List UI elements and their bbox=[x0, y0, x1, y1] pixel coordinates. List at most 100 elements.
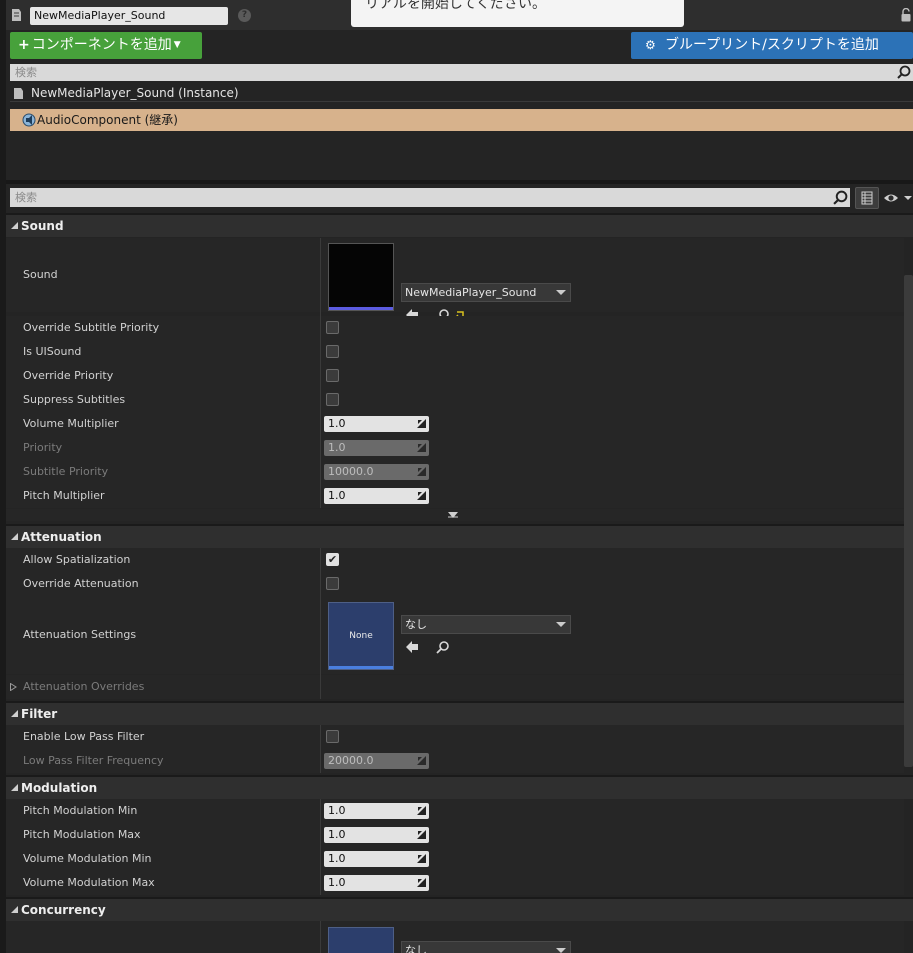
override-priority-checkbox[interactable] bbox=[326, 369, 339, 382]
section-header-attenuation[interactable]: Attenuation bbox=[6, 524, 913, 548]
component-tree-empty-area bbox=[6, 132, 913, 180]
property-row-pitch-modulation-max: Pitch Modulation Max 1.0 bbox=[6, 823, 904, 847]
actor-icon bbox=[12, 9, 21, 21]
numeric-value: 1.0 bbox=[328, 441, 346, 454]
section-header-sound[interactable]: Sound bbox=[6, 213, 913, 237]
volume-modulation-max-input[interactable]: 1.0 bbox=[324, 875, 429, 891]
property-row-low-pass-filter-frequency: Low Pass Filter Frequency 20000.0 bbox=[6, 749, 904, 773]
show-advanced-expander[interactable] bbox=[6, 509, 904, 521]
column-splitter[interactable] bbox=[320, 548, 321, 699]
property-row-volume-modulation-min: Volume Modulation Min 1.0 bbox=[6, 847, 904, 871]
details-scrollbar[interactable] bbox=[904, 275, 913, 767]
section-title: Attenuation bbox=[21, 530, 102, 544]
property-row-enable-low-pass-filter: Enable Low Pass Filter bbox=[6, 725, 904, 749]
numeric-value: 1.0 bbox=[328, 489, 346, 502]
section-title: Filter bbox=[21, 707, 58, 721]
property-label: Volume Modulation Min bbox=[23, 852, 152, 865]
pitch-modulation-max-input[interactable]: 1.0 bbox=[324, 827, 429, 843]
add-component-label: コンポーネントを追加 bbox=[31, 37, 172, 53]
property-row-volume-multiplier: Volume Multiplier 1.0 bbox=[6, 412, 904, 436]
details-view: Sound Sound NewMediaPlayer_Sound Overrid… bbox=[6, 211, 913, 953]
use-selected-arrow-icon[interactable] bbox=[406, 641, 418, 653]
view-options-eye-icon[interactable] bbox=[882, 190, 912, 206]
column-splitter[interactable] bbox=[320, 921, 321, 953]
property-row-pitch-modulation-min: Pitch Modulation Min 1.0 bbox=[6, 799, 904, 823]
property-label: Override Subtitle Priority bbox=[23, 321, 160, 334]
property-row-priority: Priority 1.0 bbox=[6, 436, 904, 460]
attenuation-asset-thumbnail[interactable]: None bbox=[328, 602, 394, 670]
priority-input: 1.0 bbox=[324, 440, 429, 456]
asset-type-bar bbox=[329, 307, 393, 310]
component-search-input[interactable]: 検索 bbox=[10, 64, 913, 81]
asset-name: なし bbox=[405, 944, 427, 953]
column-splitter[interactable] bbox=[320, 238, 321, 508]
section-title: Sound bbox=[21, 219, 64, 233]
collapse-triangle-icon bbox=[11, 710, 18, 717]
column-splitter[interactable] bbox=[320, 725, 321, 773]
property-row-override-subtitle-priority: Override Subtitle Priority bbox=[6, 316, 904, 340]
allow-spatialization-checkbox[interactable]: ✔ bbox=[326, 553, 339, 566]
numeric-value: 1.0 bbox=[328, 804, 346, 817]
numeric-value: 1.0 bbox=[328, 417, 346, 430]
suppress-subtitles-checkbox[interactable] bbox=[326, 393, 339, 406]
pitch-modulation-min-input[interactable]: 1.0 bbox=[324, 803, 429, 819]
section-title: Concurrency bbox=[21, 903, 106, 917]
splitter[interactable] bbox=[6, 180, 913, 184]
numeric-value: 1.0 bbox=[328, 876, 346, 889]
attenuation-asset-combo[interactable]: なし bbox=[401, 615, 571, 634]
actor-name-field[interactable]: NewMediaPlayer_Sound bbox=[30, 7, 228, 25]
actor-instance-icon bbox=[14, 88, 23, 99]
drag-spin-icon[interactable] bbox=[417, 491, 426, 500]
column-splitter[interactable] bbox=[320, 799, 321, 895]
numeric-value: 1.0 bbox=[328, 828, 346, 841]
override-subtitle-priority-checkbox[interactable] bbox=[326, 321, 339, 334]
volume-multiplier-input[interactable]: 1.0 bbox=[324, 416, 429, 432]
enable-low-pass-filter-checkbox[interactable] bbox=[326, 730, 339, 743]
property-label: Pitch Multiplier bbox=[23, 489, 105, 502]
property-row-attenuation-overrides[interactable]: Attenuation Overrides bbox=[6, 675, 904, 699]
details-search-input[interactable]: 検索 bbox=[10, 188, 850, 207]
concurrency-asset-combo[interactable]: なし bbox=[401, 941, 571, 953]
property-label: Low Pass Filter Frequency bbox=[23, 754, 164, 767]
drag-spin-icon bbox=[417, 756, 426, 765]
expand-triangle-icon[interactable] bbox=[10, 683, 17, 691]
browse-search-icon[interactable] bbox=[436, 641, 449, 654]
help-icon[interactable]: ? bbox=[238, 9, 251, 22]
drag-spin-icon[interactable] bbox=[417, 830, 426, 839]
property-row-override-attenuation: Override Attenuation bbox=[6, 572, 904, 596]
blueprint-button-label: ブループリント/スクリプトを追加 bbox=[665, 37, 879, 53]
numeric-value: 20000.0 bbox=[328, 754, 374, 767]
drag-spin-icon[interactable] bbox=[417, 854, 426, 863]
property-label: Sound bbox=[23, 268, 58, 281]
sound-asset-thumbnail[interactable] bbox=[328, 243, 394, 311]
section-header-filter[interactable]: Filter bbox=[6, 701, 913, 725]
add-blueprint-script-button[interactable]: ⚙ ブループリント/スクリプトを追加 bbox=[631, 32, 913, 59]
details-panel: NewMediaPlayer_Sound ? リアルを開始してください。 + コン… bbox=[6, 0, 913, 953]
drag-spin-icon[interactable] bbox=[417, 878, 426, 887]
component-tree-instance[interactable]: NewMediaPlayer_Sound (Instance) bbox=[10, 84, 913, 102]
chevron-down-icon: ▼ bbox=[173, 40, 181, 50]
add-component-button[interactable]: + コンポーネントを追加 ▼ bbox=[10, 32, 202, 59]
concurrency-asset-thumbnail[interactable] bbox=[328, 927, 394, 953]
chevron-down-icon bbox=[556, 290, 566, 295]
drag-spin-icon[interactable] bbox=[417, 419, 426, 428]
property-row-is-uisound: Is UISound bbox=[6, 340, 904, 364]
volume-modulation-min-input[interactable]: 1.0 bbox=[324, 851, 429, 867]
asset-tools bbox=[406, 641, 449, 654]
subtitle-priority-input: 10000.0 bbox=[324, 464, 429, 480]
audio-component-label: AudioComponent (継承) bbox=[37, 113, 178, 127]
lock-icon[interactable] bbox=[901, 8, 911, 22]
section-header-concurrency[interactable]: Concurrency bbox=[6, 897, 913, 921]
is-uisound-checkbox[interactable] bbox=[326, 345, 339, 358]
override-attenuation-checkbox[interactable] bbox=[326, 577, 339, 590]
property-label: Priority bbox=[23, 441, 63, 454]
property-label: Pitch Modulation Min bbox=[23, 804, 138, 817]
collapse-triangle-icon bbox=[11, 784, 18, 791]
property-label: Is UISound bbox=[23, 345, 82, 358]
property-matrix-button[interactable] bbox=[855, 187, 879, 209]
component-tree-audio-component[interactable]: AudioComponent (継承) bbox=[10, 109, 913, 131]
section-header-modulation[interactable]: Modulation bbox=[6, 775, 913, 799]
sound-asset-combo[interactable]: NewMediaPlayer_Sound bbox=[401, 283, 571, 302]
drag-spin-icon[interactable] bbox=[417, 806, 426, 815]
pitch-multiplier-input[interactable]: 1.0 bbox=[324, 488, 429, 504]
